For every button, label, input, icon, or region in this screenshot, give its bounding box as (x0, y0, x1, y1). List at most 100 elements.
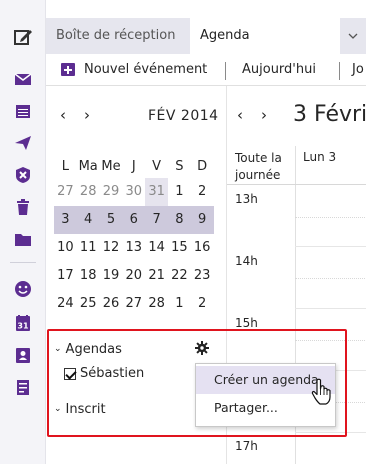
calendar-day[interactable]: 4 (77, 206, 100, 234)
calendar-day[interactable]: 15 (168, 234, 191, 262)
calendar-day[interactable]: 8 (168, 206, 191, 234)
calendar-day[interactable]: 13 (122, 234, 145, 262)
tab-inbox[interactable]: Boîte de réception (46, 18, 190, 54)
new-event-button[interactable]: Nouvel événement (60, 61, 207, 77)
compose-icon[interactable] (12, 26, 34, 48)
calendar-day[interactable]: 25 (77, 290, 100, 318)
calendar-day[interactable]: 2 (191, 290, 214, 318)
hour-label: 17h (235, 439, 258, 453)
calendar-day[interactable]: 20 (122, 262, 145, 290)
calendar-day[interactable]: 22 (168, 262, 191, 290)
calendar-day[interactable]: 27 (122, 290, 145, 318)
folder-icon[interactable] (12, 228, 34, 250)
agenda-item-sebastien[interactable]: Sébastien (64, 366, 144, 381)
all-day-label: Toute la journée (235, 151, 282, 182)
agendas-section-toggle[interactable]: ⌄ Agendas (54, 342, 122, 357)
toolbar-divider (339, 62, 340, 80)
send-icon[interactable] (12, 132, 34, 154)
mail-icon[interactable] (12, 68, 34, 90)
calendar-day[interactable]: 1 (168, 290, 191, 318)
calendar-day[interactable]: 7 (145, 206, 168, 234)
calendar-day[interactable]: 1 (168, 178, 191, 206)
hour-label: 14h (235, 254, 258, 268)
calendar-day[interactable]: 28 (77, 178, 100, 206)
calendar-31-icon[interactable]: 31 (12, 312, 34, 334)
weekday-label: J (131, 159, 136, 174)
next-month-button[interactable]: › (84, 106, 90, 124)
half-hour-line (295, 340, 366, 341)
header-divider (227, 184, 366, 185)
rail-divider (10, 262, 36, 263)
subscribed-section-toggle[interactable]: ⌄ Inscrit (54, 402, 106, 417)
hour-label: 13h (235, 192, 258, 206)
tab-bar: Boîte de réception Agenda (46, 18, 366, 54)
calendar-day[interactable]: 9 (191, 206, 214, 234)
day-column-header: Lun 3 (303, 150, 337, 164)
calendar-icon[interactable] (12, 100, 34, 122)
left-rail: 31 (0, 0, 46, 464)
prev-day-button[interactable]: ‹ (237, 106, 243, 124)
contacts-icon[interactable] (12, 344, 34, 366)
calendar-day[interactable]: 3 (54, 206, 77, 234)
calendar-grid: L Ma Me J V S D 27 28 29 30 31 1 2 3 4 5… (54, 156, 214, 318)
gear-icon[interactable] (194, 340, 210, 356)
today-button[interactable]: Aujourd'hui (242, 62, 316, 77)
blocked-icon[interactable] (12, 164, 34, 186)
calendar-day[interactable]: 28 (145, 290, 168, 318)
next-day-button[interactable]: › (261, 106, 267, 124)
calendar-day[interactable]: 27 (54, 178, 77, 206)
chevron-down-icon: ⌄ (54, 343, 62, 354)
day-view-button[interactable]: Jo (352, 62, 364, 77)
calendar-day[interactable]: 16 (191, 234, 214, 262)
chevron-down-icon (348, 33, 358, 39)
calendar-day[interactable]: 30 (122, 178, 145, 206)
weekday-header: L Ma Me J V S D (54, 156, 214, 178)
calendar-day[interactable]: 11 (77, 234, 100, 262)
subscribed-section-title: Inscrit (65, 402, 106, 417)
agenda-item-label: Sébastien (80, 366, 145, 381)
add-event-icon (61, 63, 75, 76)
weekday-label: Me (101, 159, 121, 174)
calendar-day[interactable]: 2 (191, 178, 214, 206)
calendar-day[interactable]: 19 (100, 262, 123, 290)
trash-icon[interactable] (12, 196, 34, 218)
calendar-day[interactable]: 29 (100, 178, 123, 206)
hour-line (295, 432, 366, 433)
half-hour-line (295, 217, 366, 218)
calendar-day[interactable]: 24 (54, 290, 77, 318)
svg-text:31: 31 (17, 322, 29, 331)
weekday-label: L (61, 159, 70, 174)
calendar-day[interactable]: 5 (100, 206, 123, 234)
hour-line (295, 308, 366, 309)
calendar-day[interactable]: 23 (191, 262, 214, 290)
tab-dropdown-button[interactable] (340, 18, 366, 54)
calendar-week: 27 28 29 30 31 1 2 (54, 178, 214, 206)
calendar-day[interactable]: 17 (54, 262, 77, 290)
calendar-day[interactable]: 26 (100, 290, 123, 318)
tasks-icon[interactable] (12, 376, 34, 398)
weekday-label: D (197, 159, 208, 174)
agenda-checkbox[interactable] (64, 367, 76, 380)
new-event-label: Nouvel événement (84, 61, 208, 77)
emoji-icon[interactable] (12, 278, 34, 300)
hand-cursor-icon (311, 378, 331, 405)
weekday-label: V (152, 159, 162, 174)
calendar-day[interactable]: 18 (77, 262, 100, 290)
calendar-week-selected: 3 4 5 6 7 8 9 (54, 206, 214, 234)
weekday-label: Ma (78, 159, 98, 174)
calendar-day[interactable]: 14 (145, 234, 168, 262)
chevron-down-icon: ⌄ (54, 403, 62, 414)
calendar-day[interactable]: 10 (54, 234, 77, 262)
half-hour-line (295, 278, 366, 279)
month-label: FÉV 2014 (148, 108, 219, 124)
calendar-day[interactable]: 12 (100, 234, 123, 262)
calendar-day[interactable]: 31 (145, 178, 168, 206)
calendar-week: 10 11 12 13 14 15 16 (54, 234, 214, 262)
calendar-day[interactable]: 21 (145, 262, 168, 290)
prev-month-button[interactable]: ‹ (60, 106, 66, 124)
calendar-day[interactable]: 6 (122, 206, 145, 234)
calendar-week: 17 18 19 20 21 22 23 (54, 262, 214, 290)
hour-label: 15h (235, 316, 258, 330)
toolbar: Nouvel événement Aujourd'hui Jo (46, 56, 366, 86)
calendar-week: 24 25 26 27 28 1 2 (54, 290, 214, 318)
